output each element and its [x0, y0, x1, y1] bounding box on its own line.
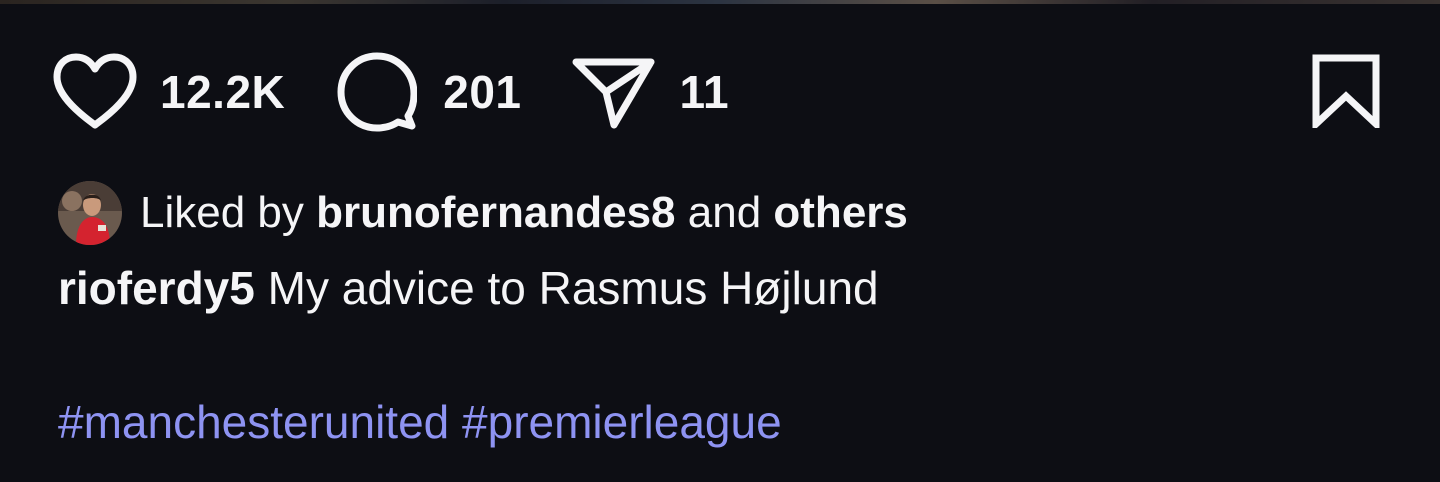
- like-button[interactable]: 12.2K: [52, 52, 285, 132]
- liker-avatar[interactable]: [58, 181, 122, 245]
- caption-username[interactable]: rioferdy5: [58, 262, 255, 314]
- liked-by-prefix: Liked by: [140, 188, 304, 237]
- comment-count: 201: [443, 66, 522, 118]
- avatar-photo: [58, 181, 122, 245]
- bookmark-icon: [1312, 54, 1380, 133]
- caption-hashtags: #manchesterunited #premierleague: [58, 392, 782, 452]
- post-action-bar: 12.2K 201 11: [52, 52, 729, 132]
- share-count: 11: [679, 66, 730, 118]
- liked-by-others[interactable]: others: [773, 188, 907, 238]
- caption-text: My advice to Rasmus Højlund: [267, 262, 879, 314]
- post-caption: rioferdy5 My advice to Rasmus Højlund: [58, 258, 879, 318]
- post-media-bottom-edge: [0, 0, 1440, 4]
- hashtag-link[interactable]: #manchesterunited: [58, 396, 449, 448]
- comment-button[interactable]: 201: [337, 52, 521, 132]
- share-button[interactable]: 11: [572, 54, 730, 130]
- comment-bubble-icon: [337, 52, 418, 132]
- liked-by-connector: and: [687, 188, 762, 237]
- save-button[interactable]: [1312, 54, 1380, 133]
- paper-plane-icon: [572, 58, 654, 129]
- heart-icon: [53, 53, 137, 129]
- hashtag-link[interactable]: #premierleague: [462, 396, 782, 448]
- liked-by-row: Liked by brunofernandes8 and others: [58, 180, 908, 246]
- liked-by-user[interactable]: brunofernandes8: [316, 188, 675, 238]
- like-count: 12.2K: [160, 66, 286, 118]
